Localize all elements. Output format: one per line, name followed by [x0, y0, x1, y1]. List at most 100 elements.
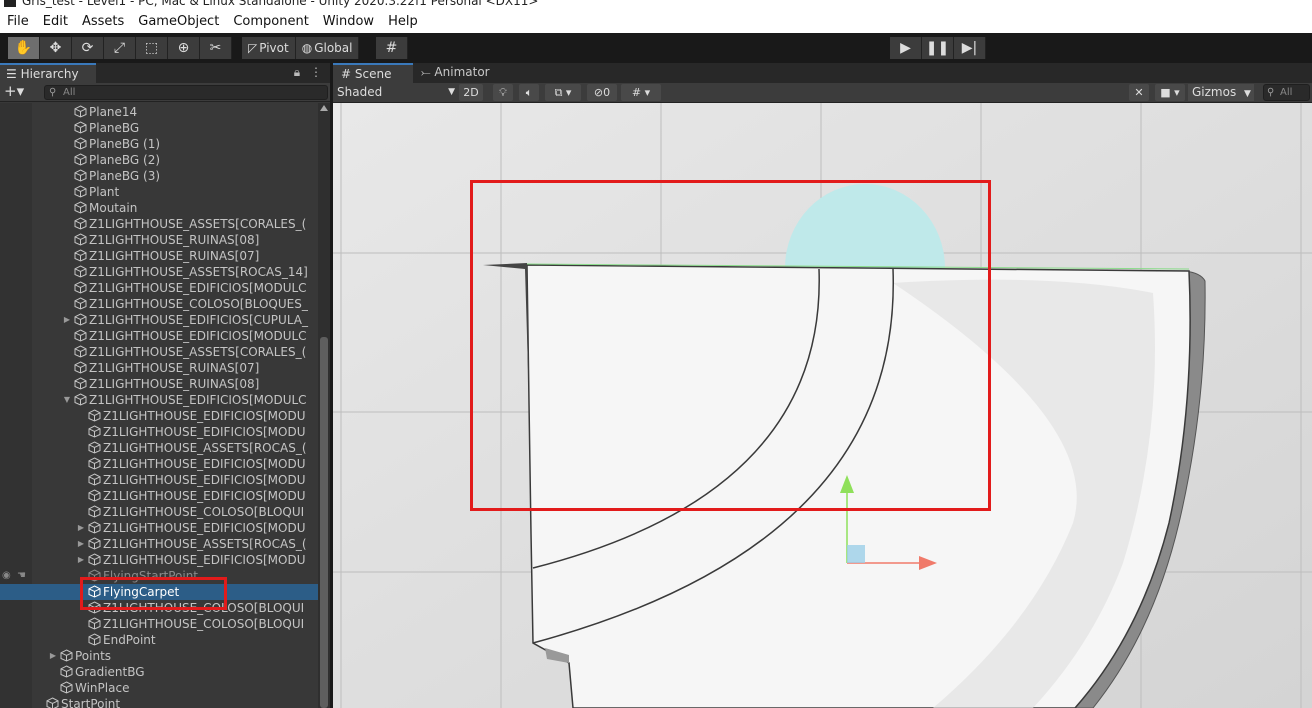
- global-label: Global: [314, 41, 353, 55]
- rotate-tool-button[interactable]: ⟳: [72, 37, 104, 59]
- grid-dropdown[interactable]: # ▾: [621, 84, 661, 101]
- tab-scene[interactable]: # Scene: [333, 63, 413, 83]
- pickable-hand-icon[interactable]: ☚: [17, 568, 26, 584]
- scroll-thumb[interactable]: [320, 337, 328, 708]
- add-object-button[interactable]: +▾: [4, 83, 24, 100]
- hierarchy-item[interactable]: ▶ Z1LIGHTHOUSE_EDIFICIOS[MODU: [0, 520, 318, 536]
- hand-tool-button[interactable]: ✋: [8, 37, 40, 59]
- expand-arrow-icon[interactable]: ▶: [76, 520, 86, 536]
- expand-arrow-icon[interactable]: ▶: [48, 648, 58, 664]
- scroll-up-icon[interactable]: [320, 105, 328, 111]
- hierarchy-item[interactable]: GradientBG: [0, 664, 318, 680]
- hierarchy-item[interactable]: Z1LIGHTHOUSE_ASSETS[ROCAS_(: [0, 440, 318, 456]
- menu-assets[interactable]: Assets: [75, 10, 131, 33]
- toggle-2d-button[interactable]: 2D: [459, 84, 483, 101]
- hierarchy-item[interactable]: Z1LIGHTHOUSE_COLOSO[BLOQUI: [0, 504, 318, 520]
- effects-dropdown[interactable]: ⧉ ▾: [545, 84, 581, 101]
- pivot-button[interactable]: ◸ Pivot: [242, 37, 296, 59]
- grid-snap-button[interactable]: #: [376, 37, 408, 59]
- shading-mode-dropdown[interactable]: Shaded ▼: [337, 84, 455, 101]
- expand-arrow-icon[interactable]: ▶: [76, 536, 86, 552]
- hierarchy-item-label: Z1LIGHTHOUSE_EDIFICIOS[MODU: [103, 489, 306, 503]
- lightbulb-icon: 💡︎: [499, 86, 507, 99]
- camera-dropdown[interactable]: ■ ▾: [1155, 84, 1185, 101]
- global-button[interactable]: ◍ Global: [295, 37, 360, 59]
- expand-arrow-icon[interactable]: ▶: [76, 552, 86, 568]
- tools-toggle[interactable]: ✕: [1129, 84, 1149, 101]
- hierarchy-item[interactable]: ▶ Z1LIGHTHOUSE_EDIFICIOS[CUPULA_: [0, 312, 318, 328]
- hierarchy-item[interactable]: Z1LIGHTHOUSE_EDIFICIOS[MODU: [0, 424, 318, 440]
- pause-button[interactable]: ❚❚: [922, 37, 954, 59]
- hierarchy-item-label: EndPoint: [103, 633, 156, 647]
- hierarchy-scrollbar[interactable]: [318, 103, 330, 708]
- tab-hierarchy[interactable]: ☰ Hierarchy: [0, 63, 96, 83]
- hierarchy-item[interactable]: Z1LIGHTHOUSE_EDIFICIOS[MODULC: [0, 328, 318, 344]
- play-button[interactable]: ▶: [890, 37, 922, 59]
- hierarchy-item[interactable]: WinPlace: [0, 680, 318, 696]
- hierarchy-item-label: WinPlace: [75, 681, 130, 695]
- kebab-menu-icon[interactable]: ⋮: [310, 65, 322, 79]
- lock-icon[interactable]: 🔒︎: [294, 65, 300, 79]
- menu-file[interactable]: File: [0, 10, 36, 33]
- custom-tool-button[interactable]: ✂: [200, 37, 232, 59]
- hierarchy-item[interactable]: EndPoint: [0, 632, 318, 648]
- menu-help[interactable]: Help: [381, 10, 425, 33]
- hierarchy-item[interactable]: Z1LIGHTHOUSE_RUINAS[08]: [0, 232, 318, 248]
- step-button[interactable]: ▶|: [954, 37, 986, 59]
- hierarchy-item[interactable]: ▼ Z1LIGHTHOUSE_EDIFICIOS[MODULC: [0, 392, 318, 408]
- hierarchy-item[interactable]: ▶ Z1LIGHTHOUSE_EDIFICIOS[MODU: [0, 552, 318, 568]
- hierarchy-item[interactable]: Plant: [0, 184, 318, 200]
- hierarchy-item[interactable]: Plane14: [0, 104, 318, 120]
- hierarchy-item[interactable]: Z1LIGHTHOUSE_EDIFICIOS[MODU: [0, 472, 318, 488]
- hierarchy-item[interactable]: Z1LIGHTHOUSE_RUINAS[08]: [0, 376, 318, 392]
- hierarchy-tab-tools: 🔒︎ ⋮: [294, 65, 322, 80]
- collapse-arrow-icon[interactable]: ▼: [62, 392, 72, 408]
- hierarchy-item[interactable]: Z1LIGHTHOUSE_EDIFICIOS[MODU: [0, 408, 318, 424]
- hierarchy-item[interactable]: PlaneBG (2): [0, 152, 318, 168]
- gizmos-dropdown[interactable]: Gizmos ▼: [1188, 84, 1254, 101]
- audio-toggle[interactable]: 🔈︎: [519, 84, 539, 101]
- hierarchy-item[interactable]: PlaneBG (1): [0, 136, 318, 152]
- move-tool-button[interactable]: ✥: [40, 37, 72, 59]
- gameobject-cube-icon: [88, 441, 101, 454]
- hierarchy-item[interactable]: Z1LIGHTHOUSE_ASSETS[CORALES_(: [0, 216, 318, 232]
- lighting-toggle[interactable]: 💡︎: [493, 84, 513, 101]
- hierarchy-item[interactable]: PlaneBG: [0, 120, 318, 136]
- hierarchy-item[interactable]: PlaneBG (3): [0, 168, 318, 184]
- hierarchy-item[interactable]: Z1LIGHTHOUSE_ASSETS[CORALES_(: [0, 344, 318, 360]
- camera-icon: ■ ▾: [1160, 86, 1180, 99]
- hierarchy-item-label: Z1LIGHTHOUSE_ASSETS[CORALES_(: [89, 217, 307, 231]
- hierarchy-item[interactable]: Z1LIGHTHOUSE_RUINAS[07]: [0, 248, 318, 264]
- rect-tool-button[interactable]: ⬚: [136, 37, 168, 59]
- hierarchy-item[interactable]: Moutain: [0, 200, 318, 216]
- hierarchy-search-input[interactable]: ⚲ All: [44, 85, 328, 100]
- menu-component[interactable]: Component: [226, 10, 315, 33]
- menu-window[interactable]: Window: [316, 10, 381, 33]
- hierarchy-item[interactable]: Z1LIGHTHOUSE_ASSETS[ROCAS_14]: [0, 264, 318, 280]
- scale-tool-button[interactable]: ⤢: [104, 37, 136, 59]
- scene-viewport[interactable]: [333, 103, 1312, 708]
- visibility-eye-icon[interactable]: ◉: [2, 568, 11, 584]
- hierarchy-item[interactable]: ▶ Points: [0, 648, 318, 664]
- gameobject-cube-icon: [88, 521, 101, 534]
- grid-icon: # ▾: [631, 86, 651, 99]
- hierarchy-item[interactable]: Z1LIGHTHOUSE_COLOSO[BLOQUES_: [0, 296, 318, 312]
- scene-search-input[interactable]: ⚲ All: [1263, 84, 1310, 101]
- transform-tool-button[interactable]: ⊕: [168, 37, 200, 59]
- hierarchy-item[interactable]: Z1LIGHTHOUSE_EDIFICIOS[MODU: [0, 456, 318, 472]
- menu-edit[interactable]: Edit: [36, 10, 75, 33]
- scene-visibility-toggle[interactable]: ⊘0: [587, 84, 617, 101]
- layers-icon: ⧉ ▾: [554, 86, 572, 99]
- tab-animator[interactable]: ⤚ Animator: [413, 63, 498, 83]
- expand-arrow-icon[interactable]: ▶: [62, 312, 72, 328]
- main-toolbar: ✋ ✥ ⟳ ⤢ ⬚ ⊕ ✂ ◸ Pivot ◍ Global # ▶ ❚❚ ▶|: [0, 33, 1312, 63]
- hierarchy-item[interactable]: Z1LIGHTHOUSE_EDIFICIOS[MODU: [0, 488, 318, 504]
- menu-gameobject[interactable]: GameObject: [131, 10, 226, 33]
- hierarchy-item[interactable]: Z1LIGHTHOUSE_RUINAS[07]: [0, 360, 318, 376]
- gameobject-cube-icon: [88, 457, 101, 470]
- hierarchy-item[interactable]: Z1LIGHTHOUSE_EDIFICIOS[MODULC: [0, 280, 318, 296]
- hierarchy-item-label: PlaneBG (2): [89, 153, 161, 167]
- hierarchy-item[interactable]: ▶ Z1LIGHTHOUSE_ASSETS[ROCAS_(: [0, 536, 318, 552]
- hierarchy-item[interactable]: Z1LIGHTHOUSE_COLOSO[BLOQUI: [0, 616, 318, 632]
- hierarchy-item[interactable]: StartPoint: [0, 696, 318, 708]
